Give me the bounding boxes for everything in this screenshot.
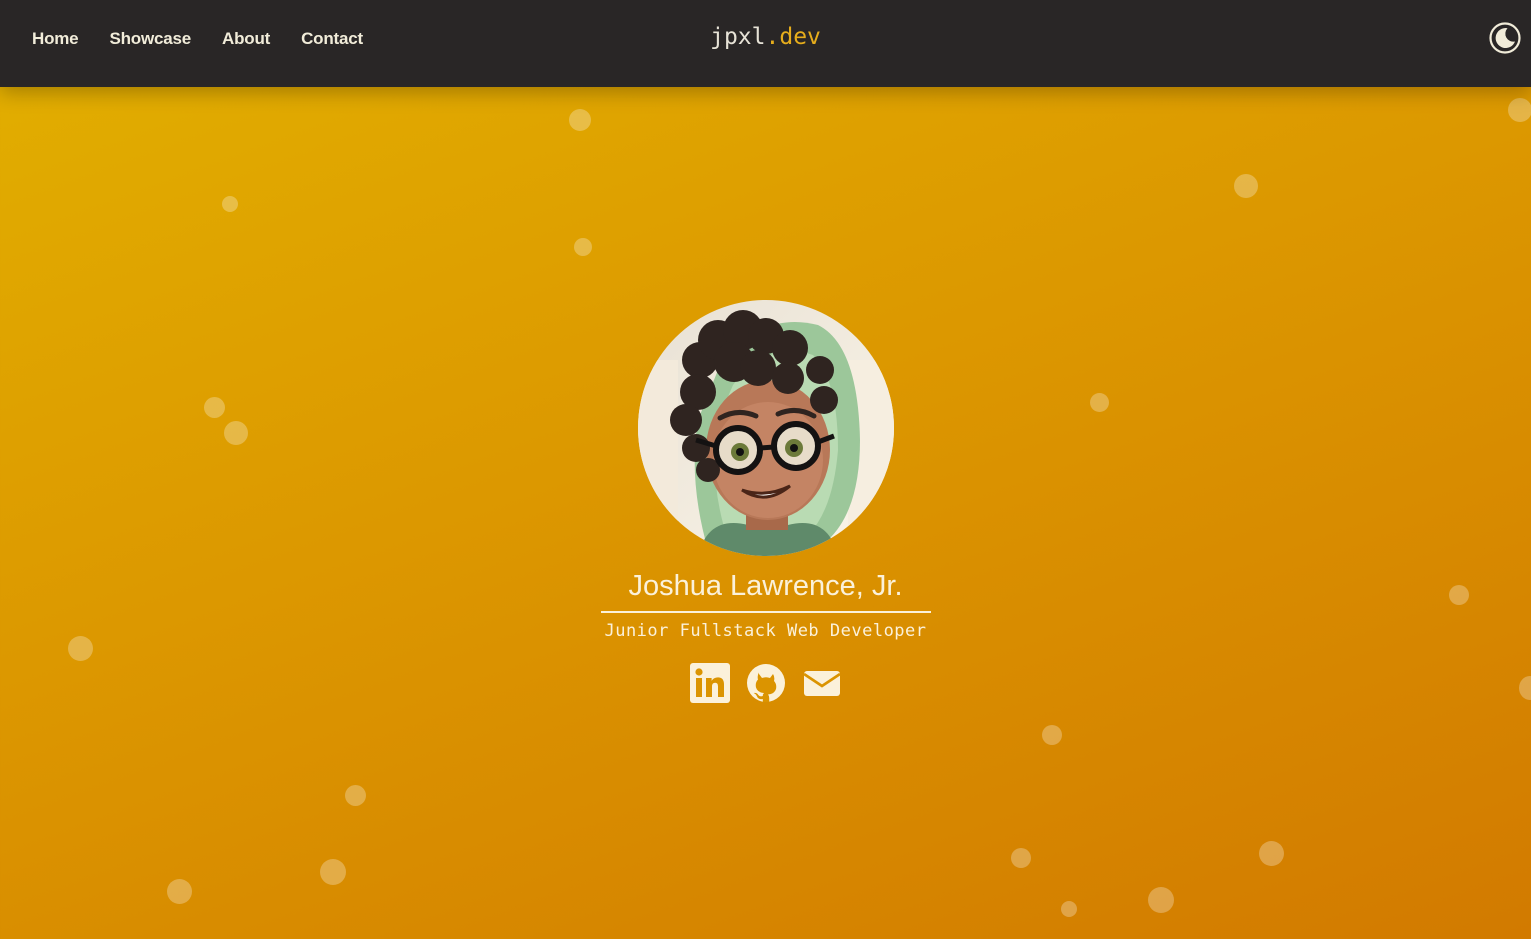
site-brand[interactable]: jpxl.dev — [0, 24, 1531, 50]
profile-card: Joshua Lawrence, Jr. Junior Fullstack We… — [0, 300, 1531, 703]
moon-icon — [1489, 22, 1521, 54]
bubble — [1259, 841, 1284, 866]
bubble — [1148, 887, 1174, 913]
bubble — [222, 196, 238, 212]
brand-accent: .dev — [765, 24, 821, 50]
profile-name: Joshua Lawrence, Jr. — [600, 570, 931, 613]
brand-main: jpxl — [710, 24, 766, 50]
linkedin-icon — [689, 663, 730, 703]
mail-icon — [802, 671, 841, 696]
linkedin-link[interactable] — [689, 663, 730, 703]
bubble — [569, 109, 591, 131]
mail-link[interactable] — [802, 663, 842, 703]
bubble — [574, 238, 592, 256]
github-link[interactable] — [746, 663, 786, 703]
avatar-image — [637, 300, 894, 556]
bubble — [1061, 901, 1077, 917]
bubble — [1011, 848, 1031, 868]
bubble — [1508, 98, 1531, 122]
bubble — [345, 785, 366, 806]
bubble — [167, 879, 192, 904]
profile-title: Junior Fullstack Web Developer — [604, 621, 927, 641]
bubble — [1042, 725, 1062, 745]
github-icon — [746, 664, 785, 702]
bubble — [320, 859, 346, 885]
top-navbar: Home Showcase About Contact jpxl.dev — [0, 0, 1531, 87]
bubble — [1234, 174, 1258, 198]
theme-toggle-button[interactable] — [1489, 22, 1521, 54]
social-links — [0, 663, 1531, 703]
avatar — [637, 300, 894, 556]
